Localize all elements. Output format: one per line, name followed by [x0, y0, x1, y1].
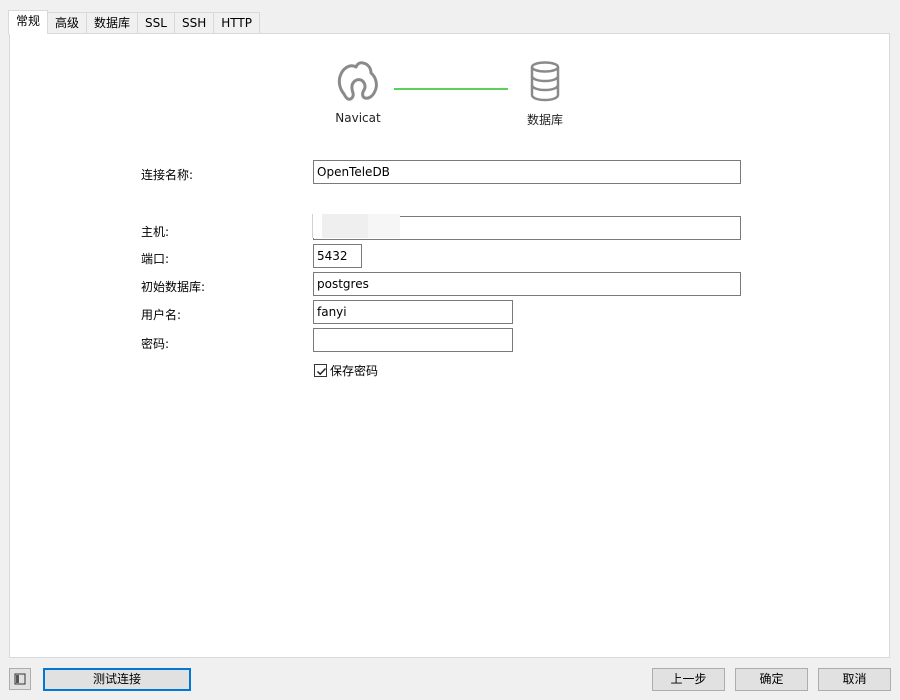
- host-redaction: [322, 214, 368, 238]
- save-password-row[interactable]: 保存密码: [314, 362, 378, 379]
- password-label: 密码:: [141, 337, 170, 351]
- general-panel: Navicat 数据库 连接名称: 主机: 端口: 初始数据库: 用户名: 密码…: [9, 33, 890, 658]
- database-node: 数据库: [520, 60, 570, 128]
- database-icon: [530, 61, 560, 102]
- initial-database-label: 初始数据库:: [141, 280, 206, 294]
- password-input[interactable]: [313, 328, 513, 352]
- ok-button[interactable]: 确定: [735, 668, 808, 691]
- tab-bar: 常规 高级 数据库 SSL SSH HTTP: [8, 10, 260, 35]
- port-input[interactable]: [313, 244, 362, 268]
- save-password-checkbox[interactable]: [314, 364, 327, 377]
- username-input[interactable]: [313, 300, 513, 324]
- tab-ssl[interactable]: SSL: [137, 12, 175, 35]
- database-label: 数据库: [526, 113, 563, 127]
- initial-database-input[interactable]: [313, 272, 741, 296]
- tab-database[interactable]: 数据库: [86, 12, 139, 35]
- sidebar-toggle-icon: [14, 673, 26, 685]
- host-label: 主机:: [141, 225, 170, 239]
- navicat-label: Navicat: [335, 111, 381, 125]
- connection-name-label: 连接名称:: [141, 168, 194, 182]
- panel-toggle-button[interactable]: [9, 668, 31, 690]
- navicat-icon: [337, 61, 378, 101]
- host-redaction: [312, 214, 322, 238]
- test-connection-button[interactable]: 测试连接: [43, 668, 191, 691]
- connection-line: [394, 88, 508, 90]
- cancel-button[interactable]: 取消: [818, 668, 891, 691]
- host-redaction: [368, 214, 400, 238]
- tab-general[interactable]: 常规: [8, 10, 49, 34]
- previous-button[interactable]: 上一步: [652, 668, 725, 691]
- navicat-node: Navicat: [332, 60, 384, 125]
- username-label: 用户名:: [141, 308, 182, 322]
- connection-name-input[interactable]: [313, 160, 741, 184]
- tab-advanced[interactable]: 高级: [47, 12, 88, 35]
- tab-http[interactable]: HTTP: [213, 12, 260, 35]
- port-label: 端口:: [141, 252, 170, 266]
- save-password-label: 保存密码: [330, 364, 379, 378]
- checkmark-icon: [316, 367, 327, 376]
- tab-ssh[interactable]: SSH: [173, 12, 215, 35]
